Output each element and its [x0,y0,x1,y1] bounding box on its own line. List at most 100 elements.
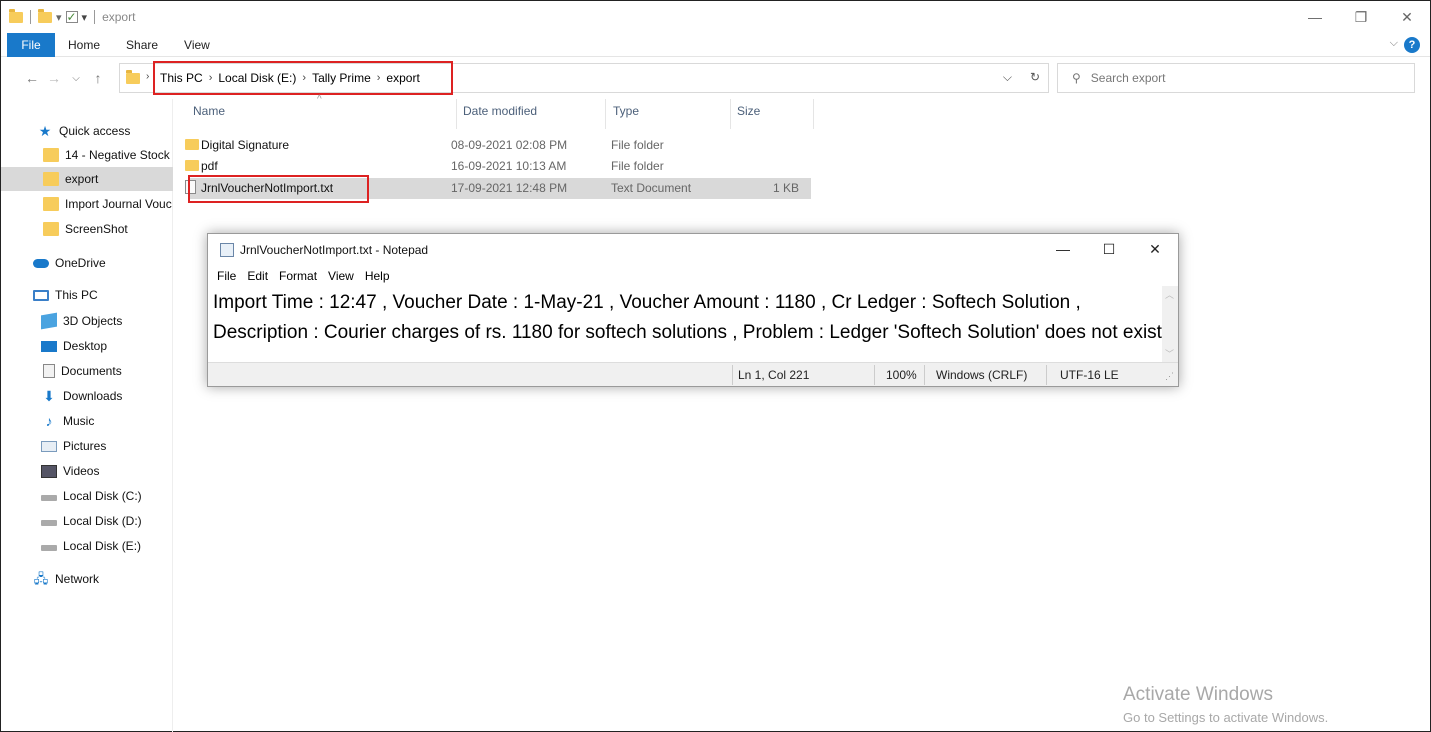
navigation-pane: ★ Quick access 14 - Negative Stock export… [1,99,173,732]
sidebar-item-import-journal-vouc[interactable]: Import Journal Vouc [1,192,173,216]
column-header-size[interactable]: Size [737,104,760,126]
checkmark-icon[interactable]: ✓ [65,10,78,24]
scroll-down-icon[interactable]: ﹀ [1165,347,1174,360]
chevron-right-icon[interactable]: › [146,71,149,82]
new-folder-icon[interactable] [38,8,52,23]
sidebar-item-label: Music [63,414,95,428]
activation-watermark: Activate Windows Go to Settings to activ… [1123,684,1328,725]
back-arrow-icon[interactable]: ← [21,70,43,86]
sidebar-item-3d-objects[interactable]: 3D Objects [1,309,173,333]
sidebar-item-14-negative-stock[interactable]: 14 - Negative Stock [1,143,173,167]
forward-arrow-icon[interactable]: → [43,70,65,86]
notepad-title-bar: JrnlVoucherNotImport.txt - Notepad — ☐ ✕ [208,234,1178,266]
table-row[interactable]: pdf 16-09-2021 10:13 AM File folder [185,156,811,177]
column-header-type[interactable]: Type [613,104,639,126]
menu-file[interactable]: File [217,269,236,283]
file-type: File folder [611,159,664,173]
help-icon[interactable]: ? [1404,37,1420,53]
tab-share[interactable]: Share [113,33,171,57]
resize-grip-icon[interactable]: ⋰ [1165,371,1174,382]
sidebar-item-local-disk-c[interactable]: Local Disk (C:) [1,484,173,508]
column-divider[interactable] [456,99,457,129]
zoom-level: 100% [886,368,917,382]
pictures-icon [41,440,57,452]
sidebar-item-pictures[interactable]: Pictures [1,434,173,458]
expand-ribbon-chevron-icon[interactable]: ⌵ [1390,37,1398,50]
file-name: pdf [201,159,218,173]
sidebar-item-label: Downloads [63,389,123,403]
sidebar-item-network[interactable]: 🖧 Network [1,567,173,591]
sidebar-item-music[interactable]: ♪ Music [1,409,173,433]
tab-home[interactable]: Home [55,33,113,57]
column-header-date-modified[interactable]: Date modified [463,104,537,126]
column-divider[interactable] [730,99,731,129]
notepad-title: JrnlVoucherNotImport.txt - Notepad [240,243,429,257]
close-button[interactable]: ✕ [1132,234,1178,264]
close-button[interactable]: ✕ [1384,1,1430,33]
file-type: File folder [611,138,664,152]
menu-view[interactable]: View [328,269,354,283]
cube-icon [41,312,57,330]
divider [94,10,96,24]
column-divider[interactable] [813,99,814,129]
divider [732,365,733,385]
videos-icon [41,464,57,478]
sidebar-item-desktop[interactable]: Desktop [1,334,173,358]
sidebar-item-documents[interactable]: Documents [1,359,173,383]
drive-icon [41,495,57,501]
menu-edit[interactable]: Edit [247,269,268,283]
vertical-scrollbar[interactable]: ︿ ﹀ [1162,286,1178,362]
sidebar-item-videos[interactable]: Videos [1,459,173,483]
search-placeholder: Search export [1090,71,1166,85]
menu-format[interactable]: Format [279,269,317,283]
divider [874,365,875,385]
title-bar: ▾ ✓ ▾ export — ❐ ✕ [1,1,1430,33]
scroll-up-icon[interactable]: ︿ [1165,288,1174,301]
sidebar-item-quick-access[interactable]: ★ Quick access [1,119,173,143]
watermark-subtitle: Go to Settings to activate Windows. [1123,710,1329,725]
notepad-window: JrnlVoucherNotImport.txt - Notepad — ☐ ✕… [207,233,1179,387]
sidebar-item-this-pc[interactable]: This PC [1,283,173,307]
text-line: Description : Courier charges of rs. 118… [213,322,1163,343]
text-line: Import Time : 12:47 , Voucher Date : 1-M… [213,292,1081,313]
maximize-button[interactable]: ☐ [1086,234,1132,264]
sidebar-item-onedrive[interactable]: OneDrive [1,251,173,275]
folder-icon [43,148,59,162]
folder-icon [185,139,199,150]
sidebar-item-local-disk-e[interactable]: Local Disk (E:) [1,534,173,558]
tab-file[interactable]: File [7,32,55,57]
sidebar-item-label: Network [55,572,100,586]
folder-icon [43,172,59,186]
up-arrow-icon[interactable]: ↑ [87,70,109,86]
sidebar-item-export[interactable]: export [1,167,173,191]
search-icon: ⚲ [1072,71,1081,85]
customize-chevron-icon[interactable]: ▾ [82,11,88,24]
recent-locations-chevron-icon[interactable]: ⌵ [65,73,87,84]
properties-icon[interactable]: ▾ [56,11,62,24]
column-divider[interactable] [605,99,606,129]
file-date: 16-09-2021 10:13 AM [451,159,567,173]
search-input[interactable]: ⚲ Search export [1057,63,1415,93]
file-type: Text Document [611,181,692,195]
table-row[interactable]: Digital Signature 08-09-2021 02:08 PM Fi… [185,135,811,156]
refresh-icon[interactable]: ↻ [1030,70,1040,85]
sidebar-item-screenshot[interactable]: ScreenShot [1,217,173,241]
computer-icon [33,289,49,301]
sidebar-item-label: Documents [61,364,122,378]
sidebar-item-label: Local Disk (C:) [63,489,142,503]
ribbon-tabs: File Home Share View ⌵ ? [1,32,1430,57]
minimize-button[interactable]: — [1040,234,1086,264]
menu-help[interactable]: Help [365,269,390,283]
sidebar-item-label: This PC [55,288,98,302]
minimize-button[interactable]: — [1292,1,1338,33]
tab-view[interactable]: View [171,33,223,57]
notepad-menu-bar: File Edit Format View Help [208,266,392,286]
drive-icon [41,545,57,551]
sidebar-item-downloads[interactable]: ⬇ Downloads [1,384,173,408]
address-dropdown-chevron-icon[interactable]: ⌵ [1003,70,1012,85]
divider [1046,365,1047,385]
column-header-name[interactable]: Name [193,104,225,126]
notepad-text-area[interactable]: Import Time : 12:47 , Voucher Date : 1-M… [208,286,1163,362]
restore-button[interactable]: ❐ [1338,1,1384,33]
sidebar-item-local-disk-d[interactable]: Local Disk (D:) [1,509,173,533]
